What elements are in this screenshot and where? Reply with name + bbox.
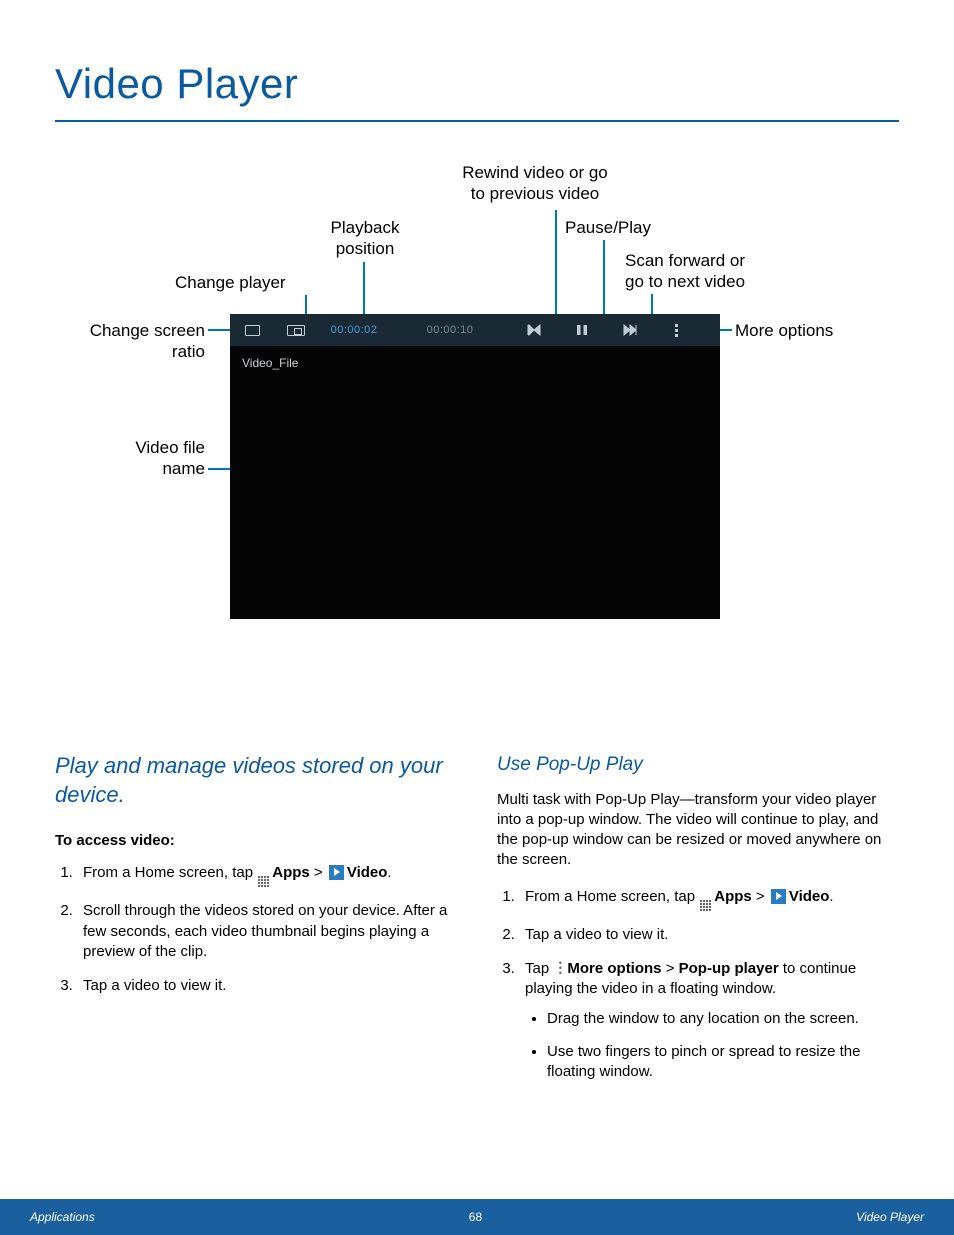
player-toolbar: 00:00:02 00:00:10 [230, 314, 720, 346]
page-title: Video Player [55, 60, 899, 108]
diagram: Rewind video or goto previous video Play… [55, 162, 899, 682]
time-total: 00:00:10 [390, 324, 510, 336]
intro-text: Play and manage videos stored on your de… [55, 752, 457, 809]
left-step-2: Scroll through the videos stored on your… [77, 901, 457, 962]
right-bullet-2: Use two fingers to pinch or spread to re… [547, 1042, 899, 1083]
callout-changeratio: Change screenratio [45, 320, 205, 363]
change-player-icon [287, 325, 305, 336]
right-column: Use Pop-Up Play Multi task with Pop-Up P… [497, 752, 899, 1096]
right-step-3: Tap •••More options > Pop-up player to c… [519, 959, 899, 1082]
video-icon [771, 889, 786, 904]
callout-filename: Video filename [75, 437, 205, 480]
footer-left: Applications [30, 1210, 95, 1224]
apps-icon [258, 876, 269, 887]
right-step-1: From a Home screen, tap Apps > Video. [519, 887, 899, 911]
apps-icon [700, 900, 711, 911]
callout-rewind: Rewind video or goto previous video [435, 162, 635, 205]
title-rule [55, 120, 899, 122]
left-column: Play and manage videos stored on your de… [55, 752, 457, 1096]
more-options-button[interactable] [654, 324, 698, 337]
left-step-1: From a Home screen, tap Apps > Video. [77, 863, 457, 887]
video-icon [329, 865, 344, 880]
previous-button[interactable] [510, 324, 558, 336]
callout-playback: Playbackposition [305, 217, 425, 260]
popup-para: Multi task with Pop-Up Play—transform yo… [497, 790, 899, 871]
next-icon [623, 324, 637, 336]
video-file-name: Video_File [242, 356, 298, 370]
pause-button[interactable] [558, 324, 606, 336]
right-bullet-1: Drag the window to any location on the s… [547, 1009, 899, 1029]
more-options-icon [675, 324, 678, 327]
page-footer: Applications 68 Video Player [0, 1199, 954, 1235]
footer-right: Video Player [856, 1210, 924, 1224]
popup-heading: Use Pop-Up Play [497, 752, 899, 778]
callout-pauseplay: Pause/Play [565, 217, 651, 238]
callout-scanfwd: Scan forward orgo to next video [625, 250, 805, 293]
screen-ratio-button[interactable] [230, 325, 274, 336]
change-player-button[interactable] [274, 325, 318, 336]
screen-ratio-icon [245, 325, 260, 336]
next-button[interactable] [606, 324, 654, 336]
time-current: 00:00:02 [318, 324, 390, 336]
access-video-lead: To access video: [55, 831, 457, 851]
footer-page-number: 68 [469, 1210, 482, 1224]
more-options-icon: ••• [555, 961, 565, 976]
right-step-2: Tap a video to view it. [519, 925, 899, 945]
left-step-3: Tap a video to view it. [77, 976, 457, 996]
previous-icon [527, 324, 541, 336]
video-player-mock: 00:00:02 00:00:10 Video_File [230, 314, 720, 619]
pause-icon [576, 324, 588, 336]
callout-moreopts: More options [735, 320, 833, 341]
callout-changeplayer: Change player [175, 272, 286, 293]
